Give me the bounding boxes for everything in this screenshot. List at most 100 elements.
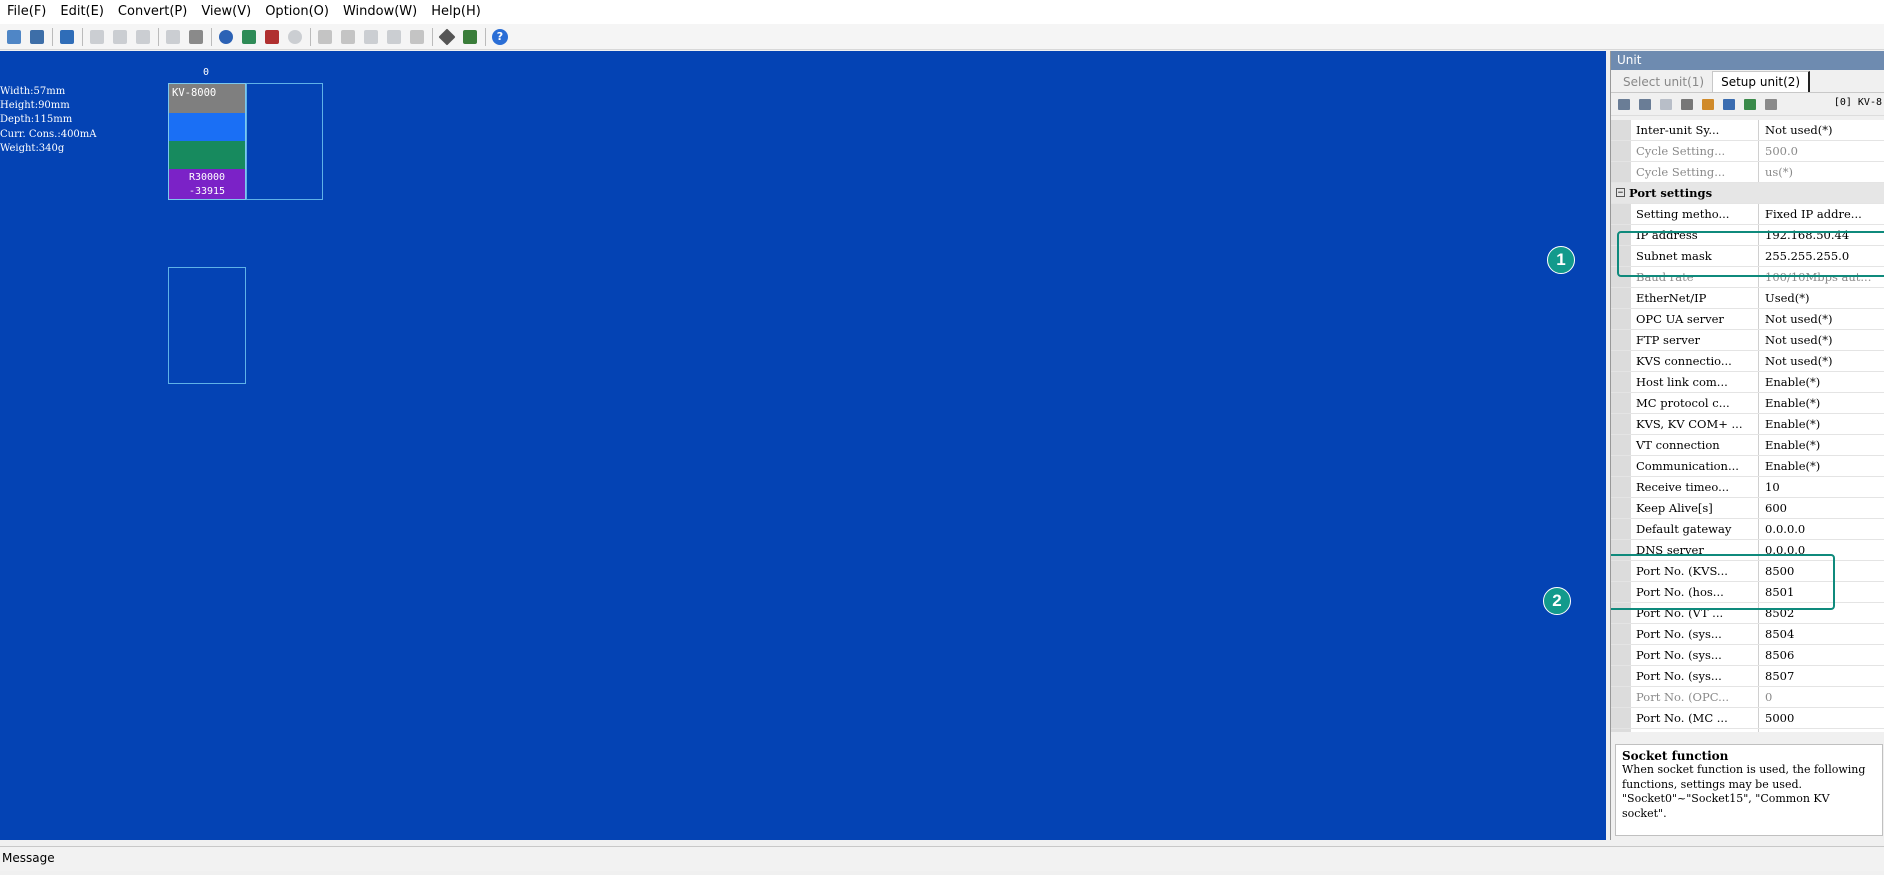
- property-row[interactable]: Inter-unit Sy... Not used(*): [1611, 120, 1884, 141]
- property-value[interactable]: 0.0.0.0: [1759, 519, 1884, 539]
- property-row[interactable]: KVS, KV COM+ ... Enable(*): [1611, 414, 1884, 435]
- property-value[interactable]: Not used(*): [1759, 351, 1884, 371]
- property-value[interactable]: 10: [1759, 477, 1884, 497]
- property-row[interactable]: Setting metho... Fixed IP addre...: [1611, 204, 1884, 225]
- collapse-icon[interactable]: −: [1616, 188, 1625, 198]
- property-grid[interactable]: Inter-unit Sy... Not used(*) Cycle Setting…: [1611, 120, 1884, 732]
- cpu-unit-label: KV-8000: [172, 87, 217, 99]
- property-row[interactable]: Port No. (sys... 8507: [1611, 666, 1884, 687]
- properties-icon[interactable]: [185, 26, 207, 48]
- property-value[interactable]: 8504: [1759, 624, 1884, 644]
- transfer-icon[interactable]: [314, 26, 336, 48]
- property-value[interactable]: us(*): [1759, 162, 1884, 182]
- cpu-unit-kv8000[interactable]: KV-8000 R30000 -33915: [168, 83, 246, 200]
- unit-list-icon[interactable]: [1720, 96, 1737, 112]
- tool-settings-icon[interactable]: [459, 26, 481, 48]
- property-name: Host link com...: [1631, 372, 1759, 392]
- second-rack-slot-outline[interactable]: [168, 267, 246, 384]
- property-section[interactable]: − Port settings: [1611, 183, 1884, 204]
- property-value[interactable]: Enable(*): [1759, 435, 1884, 455]
- check-icon[interactable]: [238, 26, 260, 48]
- verify-icon[interactable]: [261, 26, 283, 48]
- property-value[interactable]: Enable(*): [1759, 456, 1884, 476]
- property-row[interactable]: Host link com... Enable(*): [1611, 372, 1884, 393]
- property-row[interactable]: VT connection Enable(*): [1611, 435, 1884, 456]
- compare-icon[interactable]: [360, 26, 382, 48]
- property-value[interactable]: Not used(*): [1759, 330, 1884, 350]
- unit-editor-icon[interactable]: [56, 26, 78, 48]
- row-gutter: [1611, 162, 1631, 182]
- property-value[interactable]: 500.0: [1759, 141, 1884, 161]
- save-setting-icon[interactable]: [1678, 96, 1695, 112]
- property-row[interactable]: Receive timeo... 10: [1611, 477, 1884, 498]
- property-value[interactable]: Fixed IP addre...: [1759, 204, 1884, 224]
- unit-specs: Width:57mm Height:90mm Depth:115mm Curr. Co…: [0, 85, 97, 156]
- property-row[interactable]: Cycle Setting... us(*): [1611, 162, 1884, 183]
- property-row[interactable]: Port No. (OPC... 0: [1611, 687, 1884, 708]
- property-row[interactable]: KVS connectio... Not used(*): [1611, 351, 1884, 372]
- menu-convert[interactable]: Convert(P): [111, 0, 194, 24]
- property-row[interactable]: Keep Alive[s] 600: [1611, 498, 1884, 519]
- property-value[interactable]: 5000: [1759, 708, 1884, 728]
- unit-layout-canvas[interactable]: 0 Width:57mm Height:90mm Depth:115mm Curr. …: [0, 51, 1606, 840]
- new-project-icon[interactable]: [3, 26, 25, 48]
- tab-select[interactable]: Select unit(1): [1615, 72, 1712, 92]
- property-row[interactable]: FTP server Not used(*): [1611, 330, 1884, 351]
- help-icon[interactable]: ?: [489, 26, 511, 48]
- expansion-slot-outline[interactable]: [246, 83, 323, 200]
- property-value[interactable]: Enable(*): [1759, 372, 1884, 392]
- property-value[interactable]: 8506: [1759, 645, 1884, 665]
- property-value[interactable]: 5000: [1759, 729, 1884, 732]
- property-value[interactable]: Not used(*): [1759, 309, 1884, 329]
- property-row[interactable]: OPC UA server Not used(*): [1611, 309, 1884, 330]
- highlight-ip-subnet: [1617, 231, 1884, 277]
- paste-icon[interactable]: [132, 26, 154, 48]
- toolbar-separator: [432, 27, 433, 46]
- property-value[interactable]: Not used(*): [1759, 120, 1884, 140]
- menu-file[interactable]: File(F): [0, 0, 53, 24]
- edit-icon[interactable]: [162, 26, 184, 48]
- property-value[interactable]: 600: [1759, 498, 1884, 518]
- menu-edit[interactable]: Edit(E): [53, 0, 111, 24]
- property-row[interactable]: Default gateway 0.0.0.0: [1611, 519, 1884, 540]
- monitor-icon[interactable]: [383, 26, 405, 48]
- property-row[interactable]: Port No. (MC ...5000: [1611, 729, 1884, 732]
- description-title: Socket function: [1622, 749, 1729, 763]
- property-row[interactable]: Port No. (sys... 8506: [1611, 645, 1884, 666]
- copy-icon[interactable]: [109, 26, 131, 48]
- property-value[interactable]: Enable(*): [1759, 393, 1884, 413]
- property-row[interactable]: Port No. (MC ...5000: [1611, 708, 1884, 729]
- spec-line: Curr. Cons.:400mA: [0, 128, 97, 140]
- unit-config-icon[interactable]: [1741, 96, 1758, 112]
- property-value[interactable]: Used(*): [1759, 288, 1884, 308]
- property-row[interactable]: Port No. (sys... 8504: [1611, 624, 1884, 645]
- property-row[interactable]: Cycle Setting... 500.0: [1611, 141, 1884, 162]
- menu-option[interactable]: Option(O): [258, 0, 336, 24]
- sort-category-icon[interactable]: [1615, 96, 1632, 112]
- tab-setup[interactable]: Setup unit(2): [1712, 71, 1811, 92]
- toolbar-separator: [82, 27, 83, 46]
- property-value[interactable]: 0: [1759, 687, 1884, 707]
- kl-icon[interactable]: [406, 26, 428, 48]
- comment-icon[interactable]: [1657, 96, 1674, 112]
- property-value[interactable]: 8507: [1759, 666, 1884, 686]
- opc-icon[interactable]: [1762, 96, 1779, 112]
- row-gutter: [1611, 435, 1631, 455]
- sort-alpha-icon[interactable]: [1636, 96, 1653, 112]
- menu-help[interactable]: Help(H): [424, 0, 488, 24]
- property-row[interactable]: EtherNet/IP Used(*): [1611, 288, 1884, 309]
- row-gutter: [1611, 624, 1631, 644]
- property-value[interactable]: Enable(*): [1759, 414, 1884, 434]
- network-search-icon[interactable]: [215, 26, 237, 48]
- property-row[interactable]: MC protocol c... Enable(*): [1611, 393, 1884, 414]
- menu-window[interactable]: Window(W): [336, 0, 424, 24]
- io-map-icon[interactable]: [1699, 96, 1716, 112]
- property-row[interactable]: Communication... Enable(*): [1611, 456, 1884, 477]
- read-icon[interactable]: [337, 26, 359, 48]
- menu-view[interactable]: View(V): [194, 0, 258, 24]
- property-name: Port No. (sys...: [1631, 624, 1759, 644]
- settings-disabled-icon[interactable]: [284, 26, 306, 48]
- cut-icon[interactable]: [86, 26, 108, 48]
- open-project-icon[interactable]: [26, 26, 48, 48]
- wrench-icon[interactable]: [436, 26, 458, 48]
